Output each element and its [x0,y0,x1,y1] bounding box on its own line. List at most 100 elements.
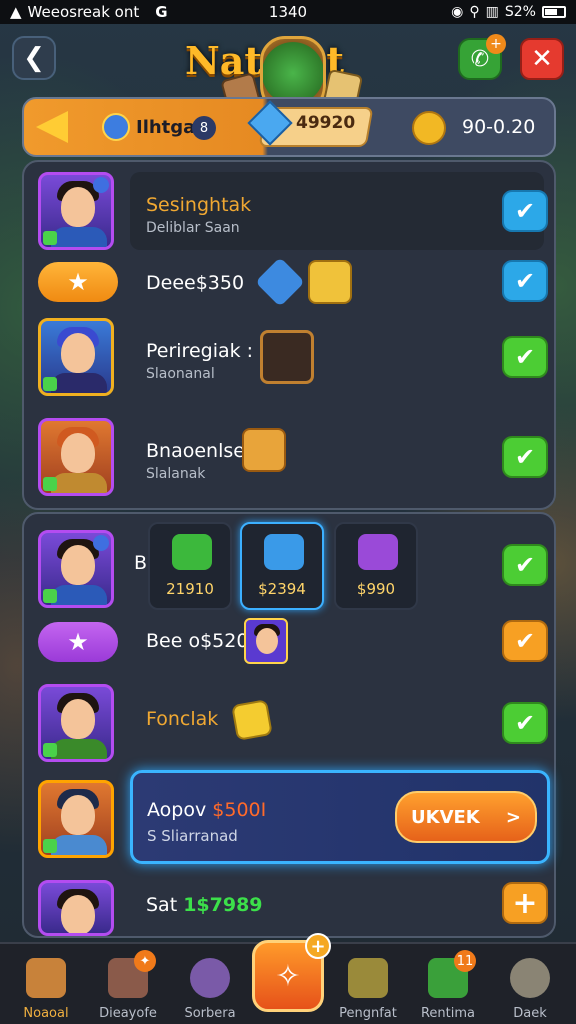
list-item[interactable]: Sesinghtak Deliblar Saan ✔ [36,168,548,252]
battery-icon [542,6,566,18]
treasure-chest-icon [242,428,286,472]
skull-icon [510,958,550,998]
list-item[interactable]: ★ Bee o$520 ✔ [36,610,548,680]
avatar [38,684,114,762]
avatar-head [61,699,95,739]
crystal-icon [264,534,304,570]
nav-home[interactable]: Noaoal [4,950,88,1024]
bottom-nav: Noaoal ✦ Dieayofe Sorbera ✧ + Pengnfat 1… [0,933,576,1024]
nav-label: Sorbera [184,1006,236,1021]
nav-sorcery[interactable]: Sorbera [168,950,252,1024]
row-title: Bnaoenlse [146,440,245,462]
friend-badge: + [486,34,506,54]
list-item[interactable]: Sat 1$7989 + [36,872,548,936]
reward-card[interactable]: 21910 [148,522,232,610]
avatar-body [51,373,107,393]
nav-pet[interactable]: Pengnfat [326,950,410,1024]
row-subtitle: Deliblar Saan [146,220,240,236]
leaf-icon [172,534,212,570]
check-icon: ✔ [514,343,536,371]
avatar [38,880,114,936]
row-title: Fonclak [146,708,219,730]
check-button[interactable]: ✔ [502,190,548,232]
header: ❮ Natoiat ✆ + ✕ [0,30,576,118]
check-icon: ✔ [514,709,536,737]
plus-icon: + [512,885,538,921]
house-icon [26,958,66,998]
avatar [38,780,114,858]
treasure-pot-icon [260,330,314,384]
reward-value: 21910 [166,580,214,598]
check-icon: ✔ [514,267,536,295]
avatar [38,418,114,496]
gold-nugget-icon [231,699,273,741]
battery-percent: S2% [504,4,536,20]
chevron-right-icon: > [505,806,521,828]
plus-icon [43,377,57,391]
reward-card[interactable]: $990 [334,522,418,610]
avatar [38,318,114,396]
list-item[interactable]: Fonclak ✔ [36,680,548,764]
offer-title: Aopov $500I [147,799,266,821]
quest-panel-2: B 21910 $2394 $990 ✔ ★ Bee o$520 ✔ Foncl… [22,512,556,938]
back-arrow-icon: ❮ [23,43,45,73]
resource-bar: Ilhtgal 8 49920 90-0.20 [22,97,556,157]
row-subtitle: Slalanak [146,466,206,482]
check-button[interactable]: ✔ [502,620,548,662]
row-title: Deee$350 [146,272,245,294]
check-button[interactable]: ✔ [502,544,548,586]
location-icon: ◉ [451,4,464,20]
reward-card[interactable]: $2394 [240,522,324,610]
nav-rewards[interactable]: 11 Rentima [406,950,490,1024]
offer-row[interactable]: Aopov $500I S Sliarranad UKVEK > [36,770,550,870]
row-subtitle: Slaonanal [146,366,215,382]
rank-icon [93,535,109,551]
star-pill-button[interactable]: ★ [38,262,118,302]
nav-deck[interactable]: Daek [488,950,572,1024]
check-button[interactable]: ✔ [502,436,548,478]
avatar [38,172,114,250]
avatar-head [61,433,95,473]
avatar-head [61,187,95,227]
add-button[interactable]: + [502,882,548,924]
gold-value: 90-0.20 [462,116,536,138]
check-button[interactable]: ✔ [502,702,548,744]
row-prefix: Sat [146,894,178,916]
check-button[interactable]: ✔ [502,260,548,302]
list-item[interactable]: Bnaoenlse Slalanak ✔ [36,414,548,498]
nav-badge: 11 [454,950,476,972]
nav-label: Pengnfat [339,1006,397,1021]
arrow-icon[interactable] [36,111,68,143]
offer-price: $500I [212,799,267,821]
plus-icon [43,231,57,245]
signal-icon: ▲ [10,3,22,21]
list-item[interactable]: Periregiak : Slaonanal ✔ [36,314,548,398]
avatar-head [256,628,278,654]
gold-bars-icon [308,260,352,304]
offer-button-label: UKVEK [411,806,480,828]
phone-icon: ✆ [470,46,490,72]
wifi-icon: ⚲ [469,4,480,20]
plus-icon [43,589,57,603]
avatar-head [61,333,95,373]
check-icon: ✔ [514,551,536,579]
star-pill-button[interactable]: ★ [38,622,118,662]
friends-button[interactable]: ✆ + [458,34,506,80]
close-button[interactable]: ✕ [520,38,564,80]
back-button[interactable]: ❮ [12,36,56,80]
status-bar: ▲ Weeosreak ont G 1340 ◉ ⚲ ▥ S2% [0,0,576,24]
offer-subtitle: S Sliarranad [147,827,238,845]
nav-center-button[interactable]: ✧ + [252,933,331,1012]
mini-avatar [244,618,288,664]
nav-label: Dieayofe [99,1006,157,1021]
check-icon: ✔ [514,443,536,471]
nav-inventory[interactable]: ✦ Dieayofe [86,950,170,1024]
check-button[interactable]: ✔ [502,336,548,378]
plus-icon [43,743,57,757]
row-price: 1$7989 [183,894,263,916]
list-item[interactable]: ★ Deee$350 ✔ [36,246,548,316]
offer-buy-button[interactable]: UKVEK > [395,791,537,843]
avatar-head [61,795,95,835]
list-item[interactable]: B 21910 $2394 $990 ✔ [36,516,548,616]
avatar [38,530,114,608]
